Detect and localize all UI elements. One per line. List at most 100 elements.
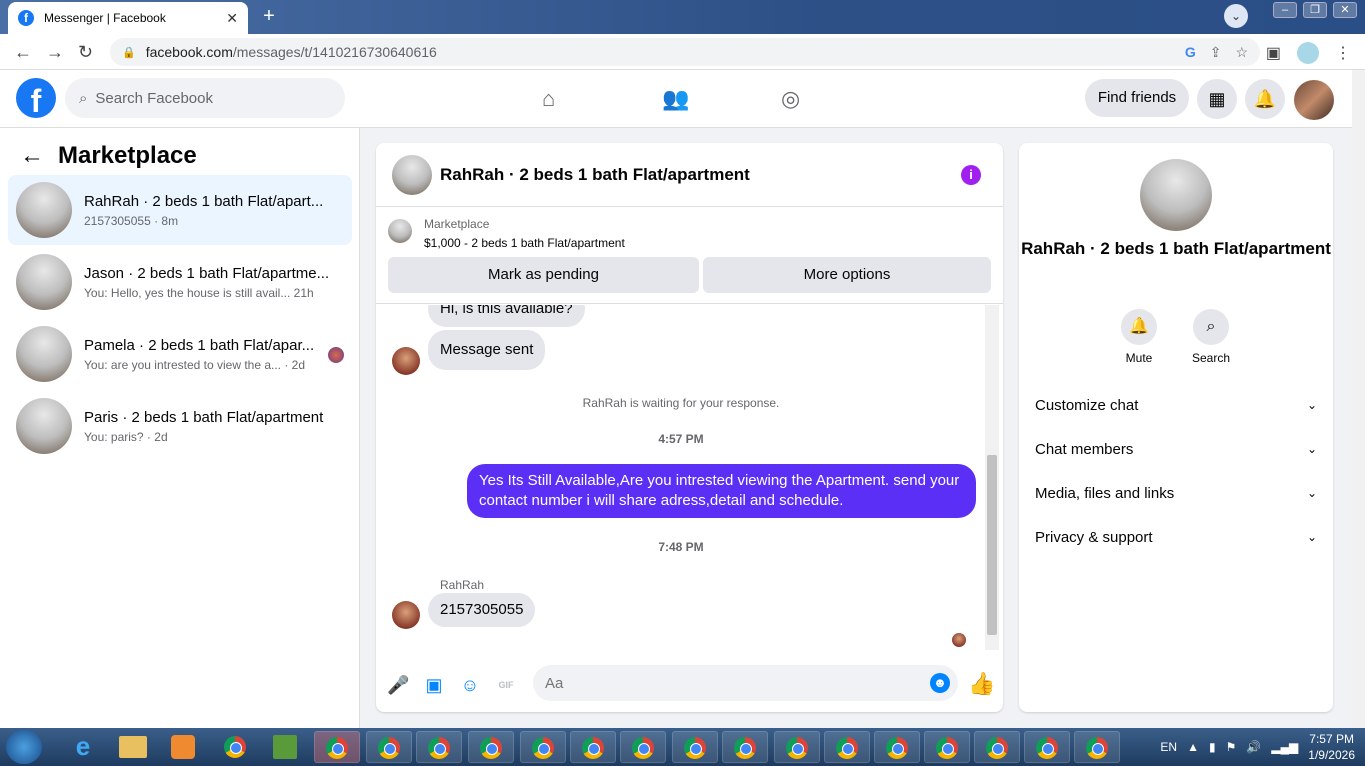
internet-explorer-icon[interactable]: e (60, 731, 106, 763)
back-arrow-icon[interactable]: ← (20, 142, 44, 170)
close-window-icon[interactable]: ✕ (1333, 2, 1357, 18)
image-icon[interactable]: ▣ (423, 674, 445, 696)
new-tab-button[interactable]: + (256, 5, 282, 29)
start-button-icon[interactable] (6, 730, 42, 764)
chrome-icon[interactable] (212, 731, 258, 763)
conversation-preview: 2157305055 · 8m (84, 213, 179, 228)
tab-title: Messenger | Facebook (44, 11, 166, 25)
facebook-logo-icon[interactable]: f (16, 78, 56, 119)
chat-thumbnail[interactable] (392, 154, 432, 195)
chrome-window-icon[interactable] (774, 731, 820, 763)
chrome-window-icon[interactable] (620, 731, 666, 763)
chrome-window-icon[interactable] (416, 731, 462, 763)
search-facebook-input[interactable]: ⌕ Search Facebook (65, 78, 345, 118)
bookmark-star-icon[interactable]: ☆ (1235, 44, 1248, 61)
sender-avatar (392, 347, 420, 375)
action-center-flag-icon[interactable]: ⚑ (1226, 740, 1237, 754)
side-panel-icon[interactable]: ▣ (1266, 43, 1281, 63)
clock-time: 7:57 PM (1309, 732, 1354, 746)
sticker-icon[interactable]: ☺ (459, 674, 481, 696)
media-player-icon[interactable] (160, 731, 206, 763)
outgoing-message[interactable]: Yes Its Still Available,Are you intreste… (467, 464, 976, 518)
restore-icon[interactable]: ❐ (1303, 2, 1327, 18)
reload-icon[interactable]: ↻ (78, 42, 93, 63)
thumbs-up-icon[interactable]: 👍 (968, 671, 995, 697)
back-arrow-icon[interactable]: ← (14, 42, 32, 63)
gif-icon[interactable]: GIF (495, 674, 517, 696)
minimize-icon[interactable]: – (1273, 2, 1297, 18)
incoming-message[interactable]: Message sent (428, 330, 546, 370)
address-bar[interactable]: 🔒 facebook.com/messages/t/14102167306406… (110, 38, 1260, 66)
close-tab-icon[interactable]: ✕ (226, 10, 238, 27)
conversation-item-pamela[interactable]: Pamela · 2 beds 1 bath Flat/apar... You:… (8, 319, 352, 389)
chrome-window-icon[interactable] (722, 731, 768, 763)
lock-icon: 🔒 (122, 46, 136, 59)
conversation-item-paris[interactable]: Paris · 2 beds 1 bath Flat/apartment You… (8, 391, 352, 461)
groups-icon[interactable]: ◎ (781, 86, 800, 112)
find-friends-button[interactable]: Find friends (1085, 79, 1189, 117)
microphone-icon[interactable]: 🎤 (387, 674, 409, 696)
browser-tab[interactable]: f Messenger | Facebook ✕ (8, 2, 248, 34)
marketplace-header: ← Marketplace (20, 142, 197, 170)
spreadsheet-app-icon[interactable] (262, 731, 308, 763)
customize-chat-row[interactable]: Customize chat ⌄ (1035, 383, 1317, 427)
share-icon[interactable]: ⇪ (1210, 44, 1222, 61)
forward-arrow-icon[interactable]: → (46, 42, 64, 63)
mark-as-pending-button[interactable]: Mark as pending (388, 257, 699, 293)
chat-title[interactable]: RahRah · 2 beds 1 bath Flat/apartment (440, 165, 750, 185)
tab-search-icon[interactable]: ⌄ (1224, 4, 1248, 28)
conversation-item-jason[interactable]: Jason · 2 beds 1 bath Flat/apartme... Yo… (8, 247, 352, 317)
page-scrollbar[interactable] (1352, 70, 1365, 728)
system-tray: EN ▲ ▮ ⚑ 🔊 ▂▄▆ 7:57 PM 1/9/2026 (1160, 728, 1355, 766)
listing-description[interactable]: $1,000 - 2 beds 1 bath Flat/apartment (424, 236, 625, 250)
chat-members-row[interactable]: Chat members ⌄ (1035, 427, 1317, 471)
scrollbar-thumb[interactable] (987, 455, 997, 635)
info-icon[interactable]: i (961, 165, 981, 185)
chrome-window-icon[interactable] (974, 731, 1020, 763)
battery-icon[interactable]: ▮ (1209, 740, 1216, 754)
mute-label: Mute (1125, 351, 1153, 365)
chrome-window-icon[interactable] (1024, 731, 1070, 763)
profile-avatar-icon[interactable] (1297, 42, 1319, 64)
chrome-window-icon[interactable] (520, 731, 566, 763)
row-label: Privacy & support (1035, 528, 1153, 546)
chrome-window-icon[interactable] (366, 731, 412, 763)
network-signal-icon[interactable]: ▂▄▆ (1271, 740, 1298, 754)
file-explorer-icon[interactable] (110, 731, 156, 763)
search-button[interactable]: ⌕ Search (1181, 309, 1241, 365)
chrome-window-icon[interactable] (924, 731, 970, 763)
listing-thumbnail[interactable] (388, 219, 412, 243)
account-avatar[interactable] (1294, 80, 1334, 120)
incoming-message[interactable]: Hi, is this available? (428, 305, 585, 327)
sender-name: RahRah (440, 578, 485, 592)
chrome-window-icon[interactable] (1074, 731, 1120, 763)
privacy-support-row[interactable]: Privacy & support ⌄ (1035, 515, 1317, 559)
clock-date: 1/9/2026 (1308, 748, 1355, 762)
friends-icon[interactable]: 👥 (662, 86, 689, 112)
chrome-window-icon[interactable] (672, 731, 718, 763)
message-input[interactable] (533, 665, 958, 701)
chrome-window-icon[interactable] (824, 731, 870, 763)
emoji-icon[interactable]: ☻ (930, 673, 950, 693)
chrome-window-icon[interactable] (570, 731, 616, 763)
media-files-links-row[interactable]: Media, files and links ⌄ (1035, 471, 1317, 515)
more-options-button[interactable]: More options (703, 257, 991, 293)
google-icon[interactable]: G (1185, 44, 1196, 60)
chrome-window-icon[interactable] (468, 731, 514, 763)
details-title: RahRah · 2 beds 1 bath Flat/apartment (1021, 239, 1331, 258)
clock[interactable]: 7:57 PM 1/9/2026 (1308, 731, 1355, 763)
volume-icon[interactable]: 🔊 (1246, 740, 1261, 754)
notifications-bell-icon[interactable]: 🔔 (1245, 79, 1285, 119)
menu-grid-icon[interactable]: ▦ (1197, 79, 1237, 119)
language-indicator[interactable]: EN (1160, 740, 1177, 754)
chrome-window-icon[interactable] (314, 731, 360, 763)
show-hidden-icons-icon[interactable]: ▲ (1187, 740, 1199, 754)
menu-kebab-icon[interactable]: ⋮ (1335, 43, 1351, 63)
mute-button[interactable]: 🔔 Mute (1109, 309, 1169, 365)
conversation-title: Pamela · 2 beds 1 bath Flat/apar... (84, 336, 315, 354)
home-icon[interactable]: ⌂ (542, 86, 555, 112)
conversation-item-rahrah[interactable]: RahRah · 2 beds 1 bath Flat/apart... 215… (8, 175, 352, 245)
incoming-message[interactable]: 2157305055 (428, 593, 536, 627)
chrome-window-icon[interactable] (874, 731, 920, 763)
window-controls: – ❐ ✕ (1273, 2, 1357, 18)
